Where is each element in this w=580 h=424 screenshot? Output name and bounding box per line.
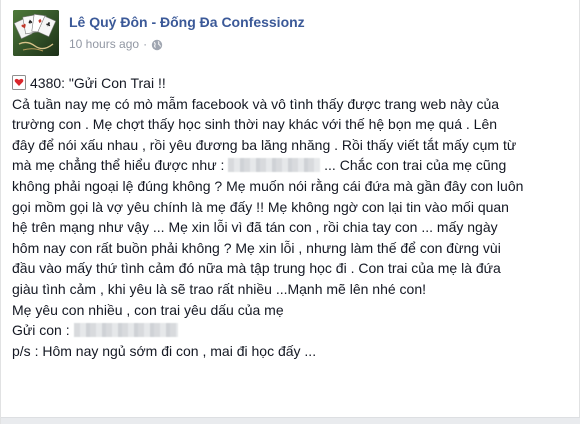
post-content: 4380: "Gửi Con Trai !! Cả tuần nay mẹ có… bbox=[12, 73, 572, 361]
post-title: 4380: "Gửi Con Trai !! bbox=[30, 75, 166, 91]
post-title-line: 4380: "Gửi Con Trai !! bbox=[12, 73, 572, 94]
post-body-line: Mẹ yêu con nhiều , con trai yêu dấu của … bbox=[12, 301, 284, 318]
page-avatar[interactable]: ♥ ♠ ♦ ♣ bbox=[13, 10, 59, 56]
post-body-line: Cả tuần nay mẹ có mò mẫm facebook và vô … bbox=[12, 95, 500, 112]
heart-card-icon bbox=[12, 75, 26, 90]
post-body-line-with-redaction: mà mẹ chẳng thể hiểu được như : ... Chắc… bbox=[12, 155, 572, 176]
line-text-after-redaction: ... Chắc con trai của mẹ cũng bbox=[324, 157, 507, 174]
post-meta: 10 hours ago · bbox=[69, 37, 163, 51]
meta-separator: · bbox=[143, 37, 148, 51]
post-timestamp[interactable]: 10 hours ago bbox=[69, 37, 139, 51]
post-sign-line: Gửi con : bbox=[12, 320, 572, 341]
post-ps-line: p/s : Hôm nay ngủ sớm đi con , mai đi họ… bbox=[12, 342, 317, 359]
post-header: ♥ ♠ ♦ ♣ Lê Quý Đôn - Đống Đa Confessionz… bbox=[13, 10, 569, 58]
post-body-line: không phải ngoại lệ đúng không ? Mẹ muốn… bbox=[12, 177, 524, 194]
post-body-line: gọi mồm gọi là vợ yêu chính là mẹ đấy !!… bbox=[12, 198, 509, 215]
post-body-line: giàu tình cảm , khi yêu là sẽ trao rất n… bbox=[12, 280, 427, 297]
sign-label: Gửi con : bbox=[12, 322, 70, 339]
post-body-line: hôm nay con rất buồn phải không ? Mẹ xin… bbox=[12, 239, 501, 256]
facebook-post: ♥ ♠ ♦ ♣ Lê Quý Đôn - Đống Đa Confessionz… bbox=[0, 0, 580, 424]
post-body-line: đây để nói xấu nhau , rồi yêu đương ba l… bbox=[12, 136, 517, 153]
line-text-before-redaction: mà mẹ chẳng thể hiểu được như : bbox=[12, 157, 225, 174]
svg-text:♦: ♦ bbox=[37, 18, 43, 26]
page-name-link[interactable]: Lê Quý Đôn - Đống Đa Confessionz bbox=[69, 14, 305, 30]
playing-cards-avatar-icon: ♥ ♠ ♦ ♣ bbox=[13, 10, 59, 56]
post-bottom-divider bbox=[1, 417, 580, 424]
redacted-text-blur bbox=[73, 323, 178, 338]
redacted-text-blur bbox=[228, 158, 321, 173]
globe-icon[interactable] bbox=[151, 39, 163, 51]
post-body-line: đầu vào mấy thứ tình cảm đó nữa mà tập t… bbox=[12, 260, 501, 277]
post-body-line: hệ trên mạng như vậy ... Mẹ xin lỗi vì đ… bbox=[12, 219, 498, 236]
post-body-line: trường con . Mẹ chợt thấy học sinh thời … bbox=[12, 116, 498, 133]
